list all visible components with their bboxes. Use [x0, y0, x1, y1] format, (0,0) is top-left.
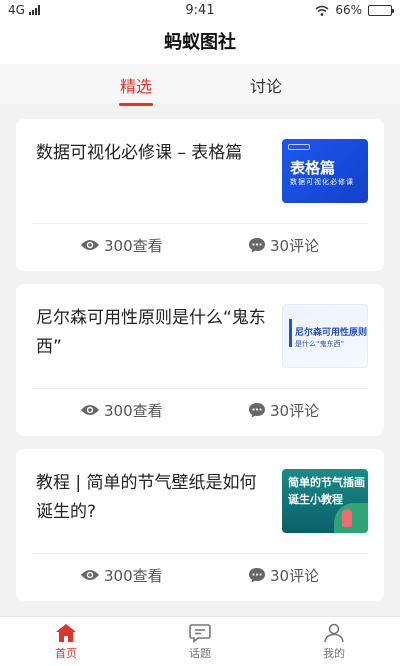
views-count: 300查看 — [104, 566, 163, 585]
tab-featured-label: 精选 — [120, 77, 153, 96]
nav-topics[interactable]: 话题 — [160, 623, 240, 661]
comments-count: 30评论 — [270, 401, 320, 420]
card-divider — [32, 388, 368, 389]
nav-topics-label: 话题 — [189, 647, 211, 660]
article-thumbnail: 尼尔森可用性原则 是什么“鬼东西” — [282, 304, 368, 368]
article-title: 教程 | 简单的节气壁纸是如何诞生的? — [36, 473, 257, 522]
bottom-nav: 首页 话题 我的 — [0, 616, 400, 666]
card-divider — [32, 553, 368, 554]
comments-stat[interactable]: 30评论 — [248, 563, 319, 587]
comment-icon — [249, 403, 265, 418]
thumbnail-subheading: 数据可视化必修课 — [290, 178, 354, 186]
status-right: 66% — [315, 3, 394, 17]
article-title: 数据可视化必修课 – 表格篇 — [36, 143, 243, 163]
thumbnail-heading: 简单的节气插画 — [288, 476, 365, 489]
battery-percent: 66% — [335, 3, 362, 17]
tab-featured[interactable]: 精选 — [119, 73, 153, 106]
thumbnail-accent-bar — [289, 319, 292, 347]
tab-discussion-label: 讨论 — [250, 77, 283, 96]
views-count: 300查看 — [104, 236, 163, 255]
eye-icon — [81, 570, 99, 580]
thumbnail-subheading: 是什么“鬼东西” — [295, 340, 345, 348]
nav-home-label: 首页 — [55, 647, 77, 660]
comments-stat[interactable]: 30评论 — [248, 233, 319, 257]
tab-bar: 精选 讨论 — [0, 64, 400, 106]
thumbnail-subheading: 诞生小教程 — [288, 493, 343, 506]
comment-icon — [249, 238, 265, 253]
article-card[interactable]: 尼尔森可用性原则是什么“鬼东西” 尼尔森可用性原则 是什么“鬼东西” 300查看… — [16, 284, 384, 436]
nav-profile-label: 我的 — [323, 647, 345, 660]
article-thumbnail: 简单的节气插画 诞生小教程 — [282, 469, 368, 533]
article-card[interactable]: 数据可视化必修课 – 表格篇 表格篇 数据可视化必修课 300查看 30评论 — [16, 119, 384, 271]
views-stat[interactable]: 300查看 — [80, 398, 163, 422]
status-bar: 4G 9:41 66% — [0, 0, 400, 22]
tab-active-indicator — [119, 103, 153, 106]
nav-profile[interactable]: 我的 — [294, 623, 374, 661]
comments-stat[interactable]: 30评论 — [248, 398, 319, 422]
views-count: 300查看 — [104, 401, 163, 420]
battery-icon — [368, 4, 394, 16]
wifi-icon — [315, 5, 329, 16]
page-title: 蚂蚁图社 — [0, 22, 400, 64]
user-icon — [324, 623, 344, 643]
article-card[interactable]: 教程 | 简单的节气壁纸是如何诞生的? 简单的节气插画 诞生小教程 300查看 … — [16, 449, 384, 601]
tab-discussion[interactable]: 讨论 — [250, 73, 282, 97]
eye-icon — [81, 240, 99, 250]
home-icon — [56, 624, 76, 642]
chat-icon — [189, 624, 211, 643]
thumbnail-tag — [288, 144, 310, 150]
card-divider — [32, 223, 368, 224]
thumbnail-heading: 表格篇 — [290, 159, 336, 177]
comments-count: 30评论 — [270, 566, 320, 585]
comments-count: 30评论 — [270, 236, 320, 255]
thumbnail-heading: 尼尔森可用性原则 — [295, 328, 368, 338]
article-thumbnail: 表格篇 数据可视化必修课 — [282, 139, 368, 203]
views-stat[interactable]: 300查看 — [80, 563, 163, 587]
nav-home[interactable]: 首页 — [26, 623, 106, 661]
article-title: 尼尔森可用性原则是什么“鬼东西” — [36, 308, 266, 357]
views-stat[interactable]: 300查看 — [80, 233, 163, 257]
eye-icon — [81, 405, 99, 415]
comment-icon — [249, 568, 265, 583]
figure-illustration — [342, 509, 352, 527]
